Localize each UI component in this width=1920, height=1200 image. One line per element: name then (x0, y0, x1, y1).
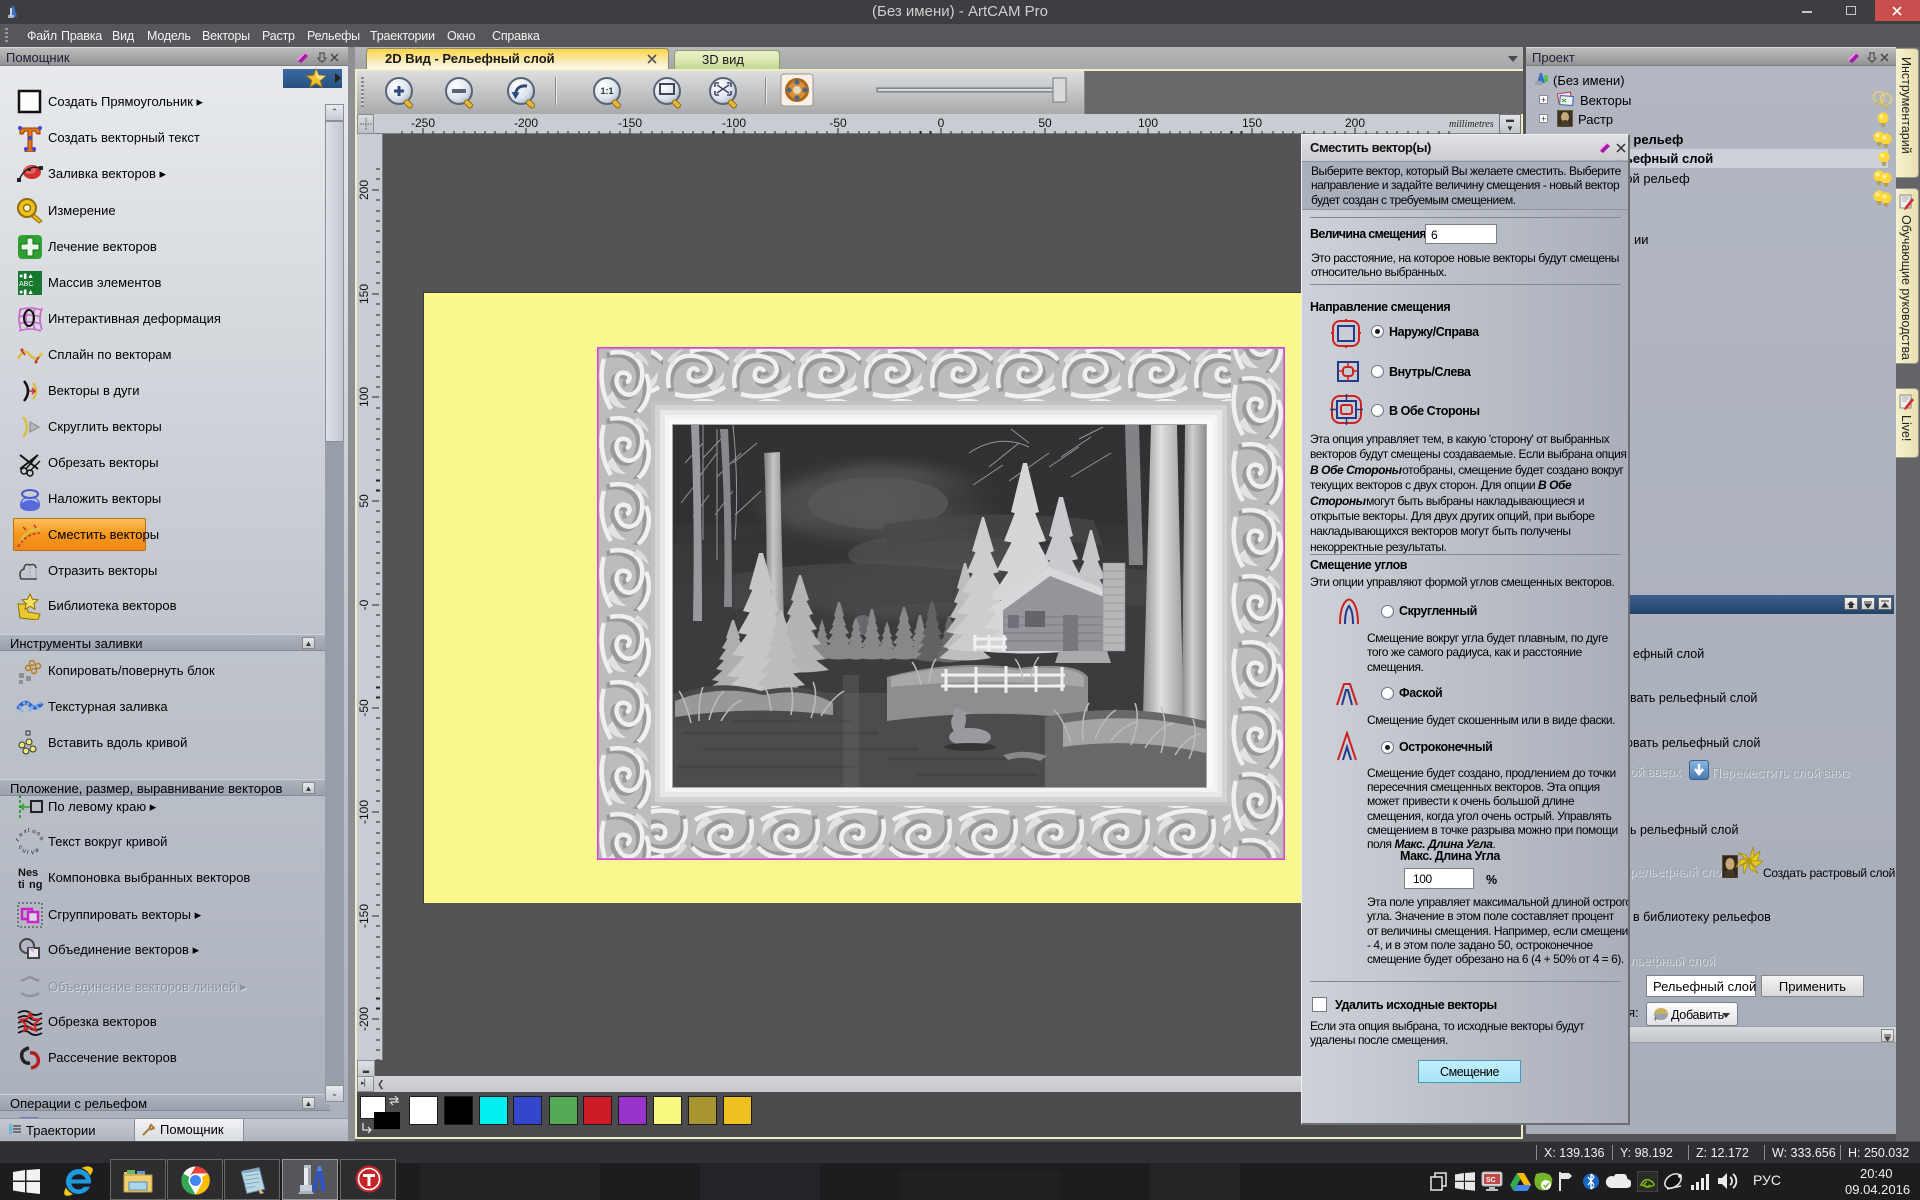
svg-text:-50: -50 (357, 699, 371, 717)
svg-text:50: 50 (1038, 116, 1052, 130)
svg-text:SC: SC (1486, 1177, 1496, 1184)
svg-text:●▮▲: ●▮▲ (19, 273, 34, 280)
svg-text:100: 100 (357, 387, 371, 407)
svg-text:v: v (31, 850, 34, 856)
svg-text:x: x (23, 829, 27, 835)
svg-text:-0: -0 (357, 599, 371, 610)
svg-text:150: 150 (357, 284, 371, 304)
svg-text:0: 0 (938, 116, 945, 130)
svg-text:-100: -100 (357, 800, 371, 824)
svg-text:e: e (35, 847, 41, 854)
svg-text:millimetres: millimetres (1449, 119, 1494, 130)
svg-text:Nes: Nes (18, 867, 38, 879)
svg-text:200: 200 (357, 180, 371, 200)
svg-text:50: 50 (357, 494, 371, 508)
svg-text:-100: -100 (722, 116, 746, 130)
svg-text:r: r (27, 850, 29, 856)
svg-text:150: 150 (1242, 116, 1262, 130)
svg-text:ng: ng (29, 879, 42, 891)
svg-text:+: + (1653, 1014, 1658, 1023)
svg-text:-50: -50 (829, 116, 847, 130)
svg-text:ABC: ABC (19, 281, 33, 288)
svg-text:●▮▲: ●▮▲ (19, 289, 34, 296)
svg-text:t: t (28, 828, 30, 834)
svg-text:100: 100 (1138, 116, 1158, 130)
svg-text:-150: -150 (618, 116, 642, 130)
svg-text:200: 200 (1345, 116, 1365, 130)
svg-text:-200: -200 (357, 1007, 371, 1031)
svg-text:-250: -250 (411, 116, 435, 130)
svg-text:1:1: 1:1 (600, 86, 613, 96)
svg-text:t: t (16, 838, 21, 844)
svg-text:-150: -150 (357, 904, 371, 928)
svg-text:ti: ti (18, 879, 25, 891)
svg-text:-200: -200 (514, 116, 538, 130)
svg-text:u: u (21, 848, 26, 855)
